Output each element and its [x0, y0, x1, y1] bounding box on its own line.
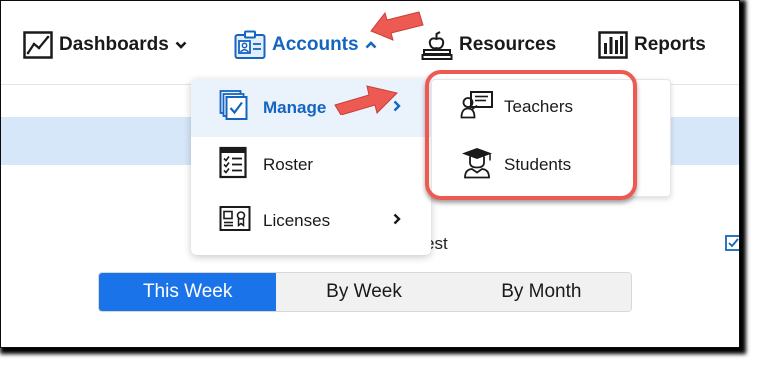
- manage-submenu: Teachers Students: [431, 79, 671, 197]
- menu-item-roster-label: Roster: [263, 155, 314, 174]
- nav-reports[interactable]: Reports: [598, 29, 706, 61]
- by-week-button[interactable]: By Week: [276, 273, 452, 311]
- menu-item-licenses[interactable]: Licenses: [191, 193, 431, 249]
- line-chart-icon: [23, 31, 53, 59]
- menu-item-manage-label: Manage: [263, 98, 327, 117]
- nav-resources[interactable]: Resources: [421, 29, 556, 61]
- chevron-right-icon: [393, 212, 401, 230]
- nav-accounts[interactable]: Accounts: [234, 29, 377, 61]
- accounts-dropdown-menu: Manage Roster Licenses: [191, 79, 431, 255]
- nav-reports-label: Reports: [634, 34, 706, 55]
- submenu-item-teachers[interactable]: Teachers: [432, 80, 672, 134]
- submenu-item-students-label: Students: [504, 155, 572, 174]
- graduate-cap-icon: [460, 147, 494, 184]
- menu-item-manage[interactable]: Manage: [191, 79, 431, 137]
- menu-item-licenses-label: Licenses: [263, 211, 331, 230]
- nav-resources-label: Resources: [459, 34, 557, 55]
- teacher-board-icon: [460, 91, 494, 124]
- this-week-button[interactable]: This Week: [99, 273, 277, 311]
- submenu-item-students[interactable]: Students: [432, 138, 672, 192]
- nav-accounts-label: Accounts: [272, 34, 359, 55]
- apple-books-icon: [421, 29, 453, 61]
- license-certificate-icon: [219, 206, 251, 237]
- id-card-icon: [234, 30, 266, 60]
- time-range-segmented-control: This Week By Week By Month: [98, 272, 632, 312]
- nav-dashboards-label: Dashboards: [59, 34, 169, 55]
- menu-item-roster[interactable]: Roster: [191, 137, 431, 193]
- roster-list-icon: [219, 146, 247, 184]
- submenu-item-teachers-label: Teachers: [504, 97, 573, 116]
- top-nav: Dashboards Accounts Resources Reports: [1, 1, 739, 85]
- chevron-right-icon: [393, 99, 401, 117]
- by-month-button[interactable]: By Month: [451, 273, 631, 311]
- bar-chart-icon: [598, 31, 628, 59]
- screenshot-frame: Dashboards Accounts Resources Reports es…: [0, 0, 740, 348]
- chevron-up-icon: [365, 41, 377, 49]
- checkbox-icon[interactable]: [725, 235, 739, 256]
- stacked-checklist-icon: [219, 90, 249, 127]
- chevron-down-icon: [175, 41, 187, 49]
- nav-dashboards[interactable]: Dashboards: [23, 29, 187, 61]
